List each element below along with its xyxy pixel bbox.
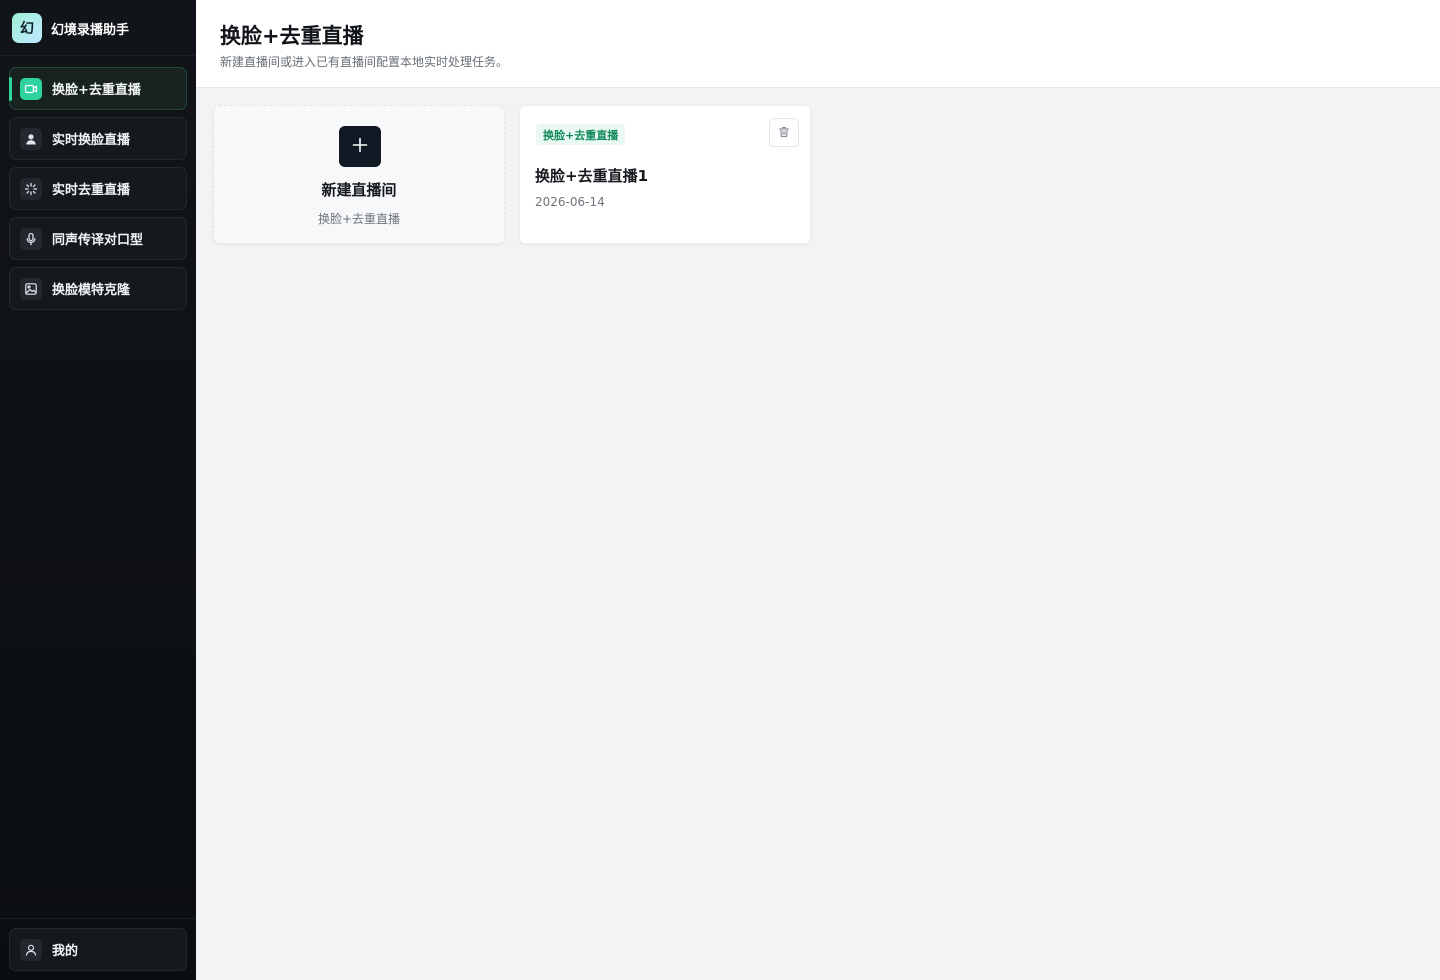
room-card[interactable]: 换脸+去重直播 换脸+去重直播1 2026-06-14 xyxy=(519,105,811,244)
app-logo: 幻 xyxy=(12,13,42,43)
sidebar: 幻 幻境录播助手 换脸+去重直播 实时换脸直播 实时去重直播 同声传译对口型 换… xyxy=(0,0,196,980)
add-room-button[interactable] xyxy=(339,126,381,167)
new-room-card[interactable]: 新建直播间 换脸+去重直播 xyxy=(213,105,505,244)
sidebar-item-realtime-dedup-live[interactable]: 实时去重直播 xyxy=(9,167,187,210)
new-room-subtitle: 换脸+去重直播 xyxy=(317,212,401,226)
room-name: 换脸+去重直播1 xyxy=(535,167,649,185)
trash-icon xyxy=(778,123,790,142)
sidebar-item-faceswap-model-clone[interactable]: 换脸模特克隆 xyxy=(9,267,187,310)
sidebar-bottom-divider xyxy=(0,918,196,919)
person-icon xyxy=(20,127,42,150)
app-name: 幻境录播助手 xyxy=(51,22,130,38)
sidebar-item-label: 实时换脸直播 xyxy=(52,133,131,148)
user-icon xyxy=(20,938,42,961)
sidebar-item-faceswap-dedup-live[interactable]: 换脸+去重直播 xyxy=(9,67,187,110)
page-header: 换脸+去重直播 新建直播间或进入已有直播间配置本地实时处理任务。 xyxy=(196,0,1440,88)
room-type-tag: 换脸+去重直播 xyxy=(536,124,626,145)
sidebar-item-label: 换脸+去重直播 xyxy=(52,83,141,98)
new-room-title: 新建直播间 xyxy=(321,181,397,199)
sidebar-item-label: 实时去重直播 xyxy=(52,183,131,198)
sidebar-nav: 换脸+去重直播 实时换脸直播 实时去重直播 同声传译对口型 换脸模特克隆 xyxy=(9,67,187,317)
brand: 幻 幻境录播助手 xyxy=(12,13,129,43)
microphone-icon xyxy=(20,227,42,250)
sidebar-item-realtime-faceswap-live[interactable]: 实时换脸直播 xyxy=(9,117,187,160)
room-date: 2026-06-14 xyxy=(535,195,605,209)
sidebar-item-profile[interactable]: 我的 xyxy=(9,928,187,971)
sparkle-icon xyxy=(20,177,42,200)
main-content: 换脸+去重直播 新建直播间或进入已有直播间配置本地实时处理任务。 新建直播间 换… xyxy=(196,0,1440,980)
video-camera-icon xyxy=(20,77,42,100)
image-icon xyxy=(20,277,42,300)
page-subtitle: 新建直播间或进入已有直播间配置本地实时处理任务。 xyxy=(220,55,509,69)
sidebar-item-simul-interpretation-lipsync[interactable]: 同声传译对口型 xyxy=(9,217,187,260)
sidebar-item-label: 我的 xyxy=(52,944,79,959)
sidebar-item-label: 换脸模特克隆 xyxy=(52,283,131,298)
page-title: 换脸+去重直播 xyxy=(220,24,364,48)
delete-room-button[interactable] xyxy=(769,118,799,147)
sidebar-item-label: 同声传译对口型 xyxy=(52,233,144,248)
sidebar-divider xyxy=(0,55,196,56)
plus-icon xyxy=(352,137,368,157)
